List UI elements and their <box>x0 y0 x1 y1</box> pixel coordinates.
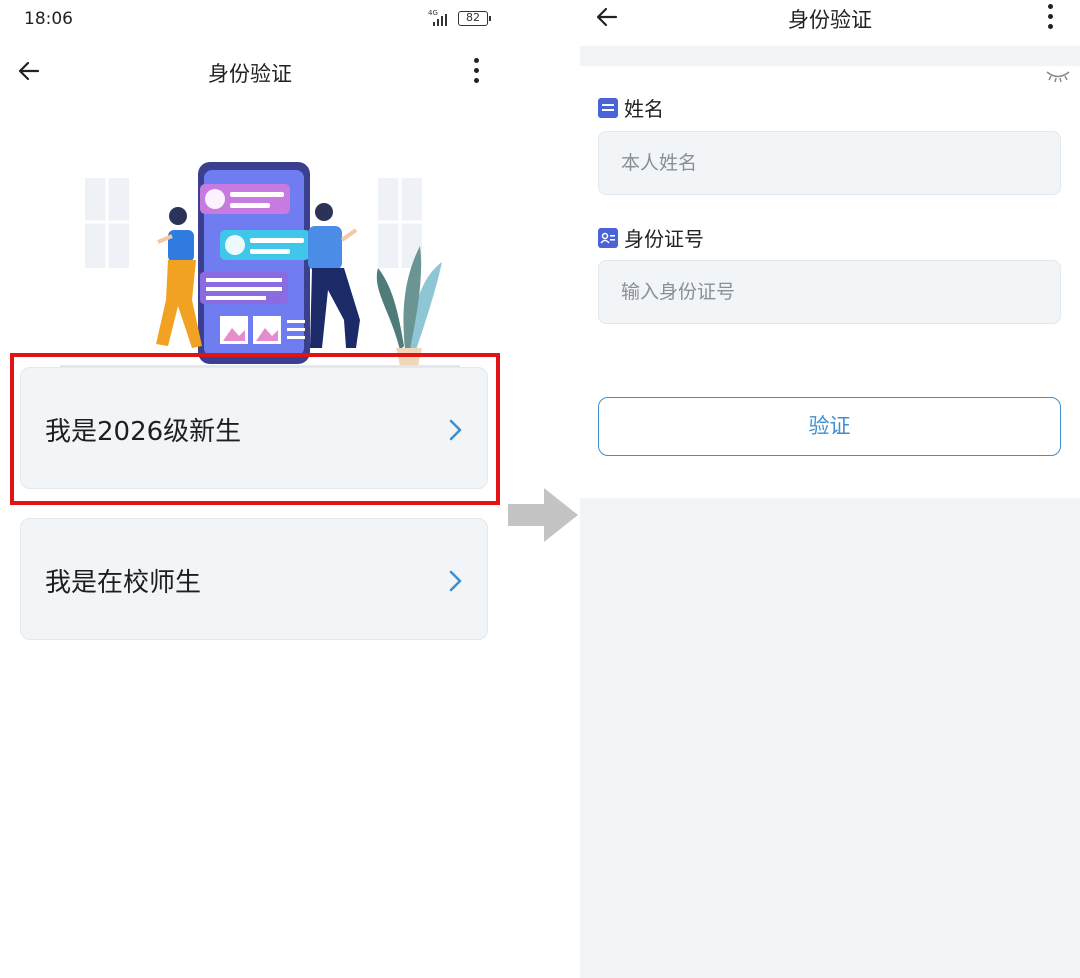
identity-illustration <box>60 162 460 367</box>
left-screen: 18:06 4G 82 身份验证 我是2026级新生 我是在校师生 <box>0 0 500 978</box>
id-card-icon <box>598 227 618 248</box>
field-label-text: 身份证号 <box>624 227 704 251</box>
id-number-input[interactable] <box>598 260 1061 324</box>
nav-bar: 身份验证 <box>0 48 500 94</box>
field-label-text: 姓名 <box>624 97 664 121</box>
more-vertical-icon[interactable] <box>468 56 486 86</box>
signal-icon: 4G <box>428 9 452 27</box>
status-indicators: 4G 82 <box>428 9 491 27</box>
more-vertical-icon[interactable] <box>1042 2 1060 32</box>
verification-form: 姓名 身份证号 验证 <box>580 66 1080 498</box>
name-field-label: 姓名 <box>598 93 664 122</box>
name-input[interactable] <box>598 131 1061 195</box>
option-label: 我是在校师生 <box>45 568 202 598</box>
id-number-field-label: 身份证号 <box>598 223 704 252</box>
chevron-right-icon <box>449 570 462 592</box>
option-current-student-staff[interactable]: 我是在校师生 <box>20 518 488 640</box>
right-screen: 身份验证 姓名 身份证号 验证 <box>580 0 1080 978</box>
right-arrow-icon <box>508 488 578 542</box>
battery-icon: 82 <box>458 10 491 26</box>
verify-button[interactable]: 验证 <box>598 397 1061 456</box>
nav-bar: 身份验证 <box>580 0 1080 46</box>
page-title: 身份验证 <box>788 8 872 32</box>
highlight-box <box>10 353 500 505</box>
page-title: 身份验证 <box>208 62 292 86</box>
status-bar: 18:06 4G 82 <box>0 0 500 40</box>
name-card-icon <box>598 97 618 118</box>
status-time: 18:06 <box>24 9 73 29</box>
eye-closed-icon[interactable] <box>1046 69 1070 83</box>
